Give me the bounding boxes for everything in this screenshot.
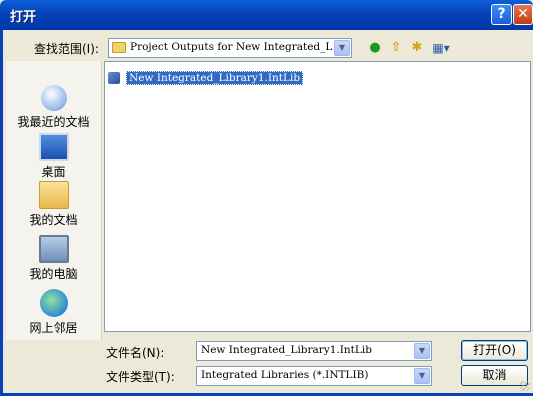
- my-computer-icon: [38, 235, 69, 263]
- place-desktop[interactable]: 桌面: [6, 133, 101, 180]
- file-list[interactable]: New Integrated_Library1.IntLib: [104, 61, 531, 332]
- place-recent-documents[interactable]: 我最近的文档: [6, 85, 101, 130]
- place-my-computer[interactable]: 我的电脑: [6, 235, 101, 282]
- file-type-select[interactable]: Integrated Libraries (*.INTLIB) ▼: [196, 366, 432, 386]
- list-item[interactable]: New Integrated_Library1.IntLib: [108, 67, 304, 85]
- chevron-down-icon[interactable]: ▼: [414, 368, 430, 384]
- file-type-value: Integrated Libraries (*.INTLIB): [201, 369, 369, 381]
- chevron-down-icon[interactable]: ▼: [334, 40, 350, 56]
- resize-grip[interactable]: [520, 381, 530, 391]
- my-documents-icon: [38, 181, 69, 209]
- file-name: New Integrated_Library1.IntLib: [126, 70, 304, 85]
- look-in-value: Project Outputs for New Integrated_L: [130, 41, 333, 53]
- look-in-label: 查找范围(I):: [34, 42, 99, 56]
- places-bar: 我最近的文档 桌面 我的文档 我的电脑 网上邻居: [6, 61, 102, 340]
- close-button[interactable]: ✕: [513, 4, 533, 25]
- folder-icon: [112, 42, 126, 53]
- place-label: 桌面: [41, 165, 66, 179]
- look-in-dropdown[interactable]: Project Outputs for New Integrated_L ▼: [108, 38, 352, 58]
- file-type-label: 文件类型(T):: [106, 370, 175, 384]
- back-arrow-icon[interactable]: ●: [366, 39, 384, 57]
- intlib-file-icon: [108, 71, 120, 84]
- open-dialog: 打开 ? ✕ 查找范围(I): Project Outputs for New …: [0, 0, 533, 396]
- place-my-documents[interactable]: 我的文档: [6, 181, 101, 228]
- open-button[interactable]: 打开(O): [461, 340, 528, 361]
- view-menu-icon[interactable]: ▦▾: [428, 39, 454, 57]
- place-label: 我的文档: [29, 213, 78, 227]
- window-frame-left: [0, 30, 3, 396]
- new-folder-icon[interactable]: ✱: [408, 39, 426, 57]
- place-label: 我最近的文档: [17, 115, 90, 129]
- place-network[interactable]: 网上邻居: [6, 289, 101, 336]
- desktop-icon: [38, 133, 69, 161]
- up-folder-icon[interactable]: ⇧: [387, 39, 405, 57]
- recent-documents-icon: [40, 85, 67, 111]
- cancel-button[interactable]: 取消: [461, 365, 528, 386]
- help-button[interactable]: ?: [491, 4, 512, 25]
- title-bar[interactable]: 打开 ? ✕: [0, 0, 533, 30]
- place-label: 网上邻居: [29, 321, 78, 335]
- file-name-label: 文件名(N):: [106, 346, 165, 360]
- file-name-combo[interactable]: New Integrated_Library1.IntLib ▼: [196, 341, 432, 361]
- window-title: 打开: [10, 10, 37, 25]
- place-label: 我的电脑: [29, 267, 78, 281]
- network-places-icon: [39, 289, 68, 317]
- chevron-down-icon[interactable]: ▼: [414, 343, 430, 359]
- file-name-value: New Integrated_Library1.IntLib: [201, 344, 372, 356]
